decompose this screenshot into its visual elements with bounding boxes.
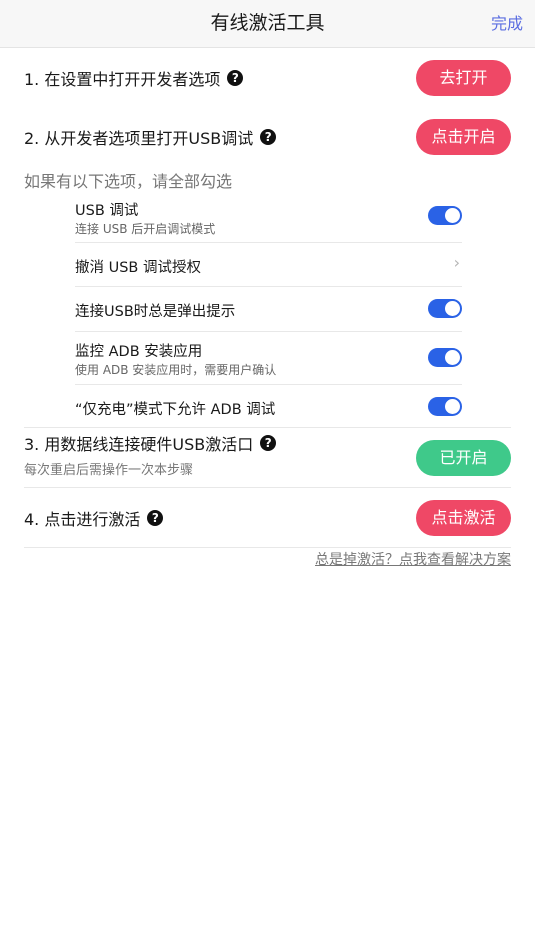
option-title: 撤消 USB 调试授权 [75,260,201,276]
toggle-knob [445,350,460,365]
usb-port-enabled-button[interactable]: 已开启 [416,440,511,476]
toggle-knob [445,399,460,414]
step-4-label: 4. 点击进行激活 ? [24,500,164,536]
usb-debugging-toggle[interactable] [428,206,462,225]
step-2-label: 2. 从开发者选项里打开USB调试 ? [24,119,277,155]
enable-usb-debugging-button[interactable]: 点击开启 [416,119,511,155]
step-1-text: 1. 在设置中打开开发者选项 [24,70,221,89]
chevron-right-icon[interactable]: › [454,253,460,272]
toggle-knob [445,301,460,316]
step-3-subtitle: 每次重启后需操作一次本步骤 [24,463,194,478]
help-icon[interactable]: ? [260,129,277,145]
troubleshoot-link[interactable]: 总是掉激活？点我查看解决方案 [315,549,511,569]
option-adb-install-monitor: 监控 ADB 安装应用 使用 ADB 安装应用时，需要用户确认 [75,332,462,385]
usb-prompt-toggle[interactable] [428,299,462,318]
step-2-text: 2. 从开发者选项里打开USB调试 [24,129,254,148]
option-usb-prompt: 连接USB时总是弹出提示 [75,287,462,332]
option-usb-debugging: USB 调试 连接 USB 后开启调试模式 [75,195,462,243]
option-charge-only-adb: “仅充电”模式下允许 ADB 调试 [75,385,462,427]
option-revoke-usb-auth[interactable]: 撤消 USB 调试授权 › [75,243,462,287]
step-3-label: 3. 用数据线连接硬件USB激活口 ? [24,432,277,454]
step-3-text: 3. 用数据线连接硬件USB激活口 [24,435,254,454]
option-title: 监控 ADB 安装应用 [75,344,203,360]
option-title: 连接USB时总是弹出提示 [75,304,236,320]
adb-install-monitor-toggle[interactable] [428,348,462,367]
divider [24,487,511,488]
options-hint: 如果有以下选项，请全部勾选 [24,172,233,191]
option-title: USB 调试 [75,203,139,219]
divider [24,547,511,548]
option-title: “仅充电”模式下允许 ADB 调试 [75,402,276,418]
open-developer-options-button[interactable]: 去打开 [416,60,511,96]
step-1: 1. 在设置中打开开发者选项 ? 去打开 [24,60,511,96]
activate-button[interactable]: 点击激活 [416,500,511,536]
page-title: 有线激活工具 [210,12,325,34]
toggle-knob [445,208,460,223]
step-4: 4. 点击进行激活 ? 点击激活 [24,500,511,536]
charge-only-adb-toggle[interactable] [428,397,462,416]
step-1-label: 1. 在设置中打开开发者选项 ? [24,60,244,96]
help-icon[interactable]: ? [227,70,244,86]
help-icon[interactable]: ? [260,435,277,451]
option-subtitle: 连接 USB 后开启调试模式 [75,222,216,236]
done-button[interactable]: 完成 [491,0,523,47]
help-icon[interactable]: ? [147,510,164,526]
nav-bar: 有线激活工具 完成 [0,0,535,48]
step-4-text: 4. 点击进行激活 [24,510,141,529]
option-subtitle: 使用 ADB 安装应用时，需要用户确认 [75,363,277,377]
divider [24,427,511,428]
step-2: 2. 从开发者选项里打开USB调试 ? 点击开启 [24,119,511,155]
